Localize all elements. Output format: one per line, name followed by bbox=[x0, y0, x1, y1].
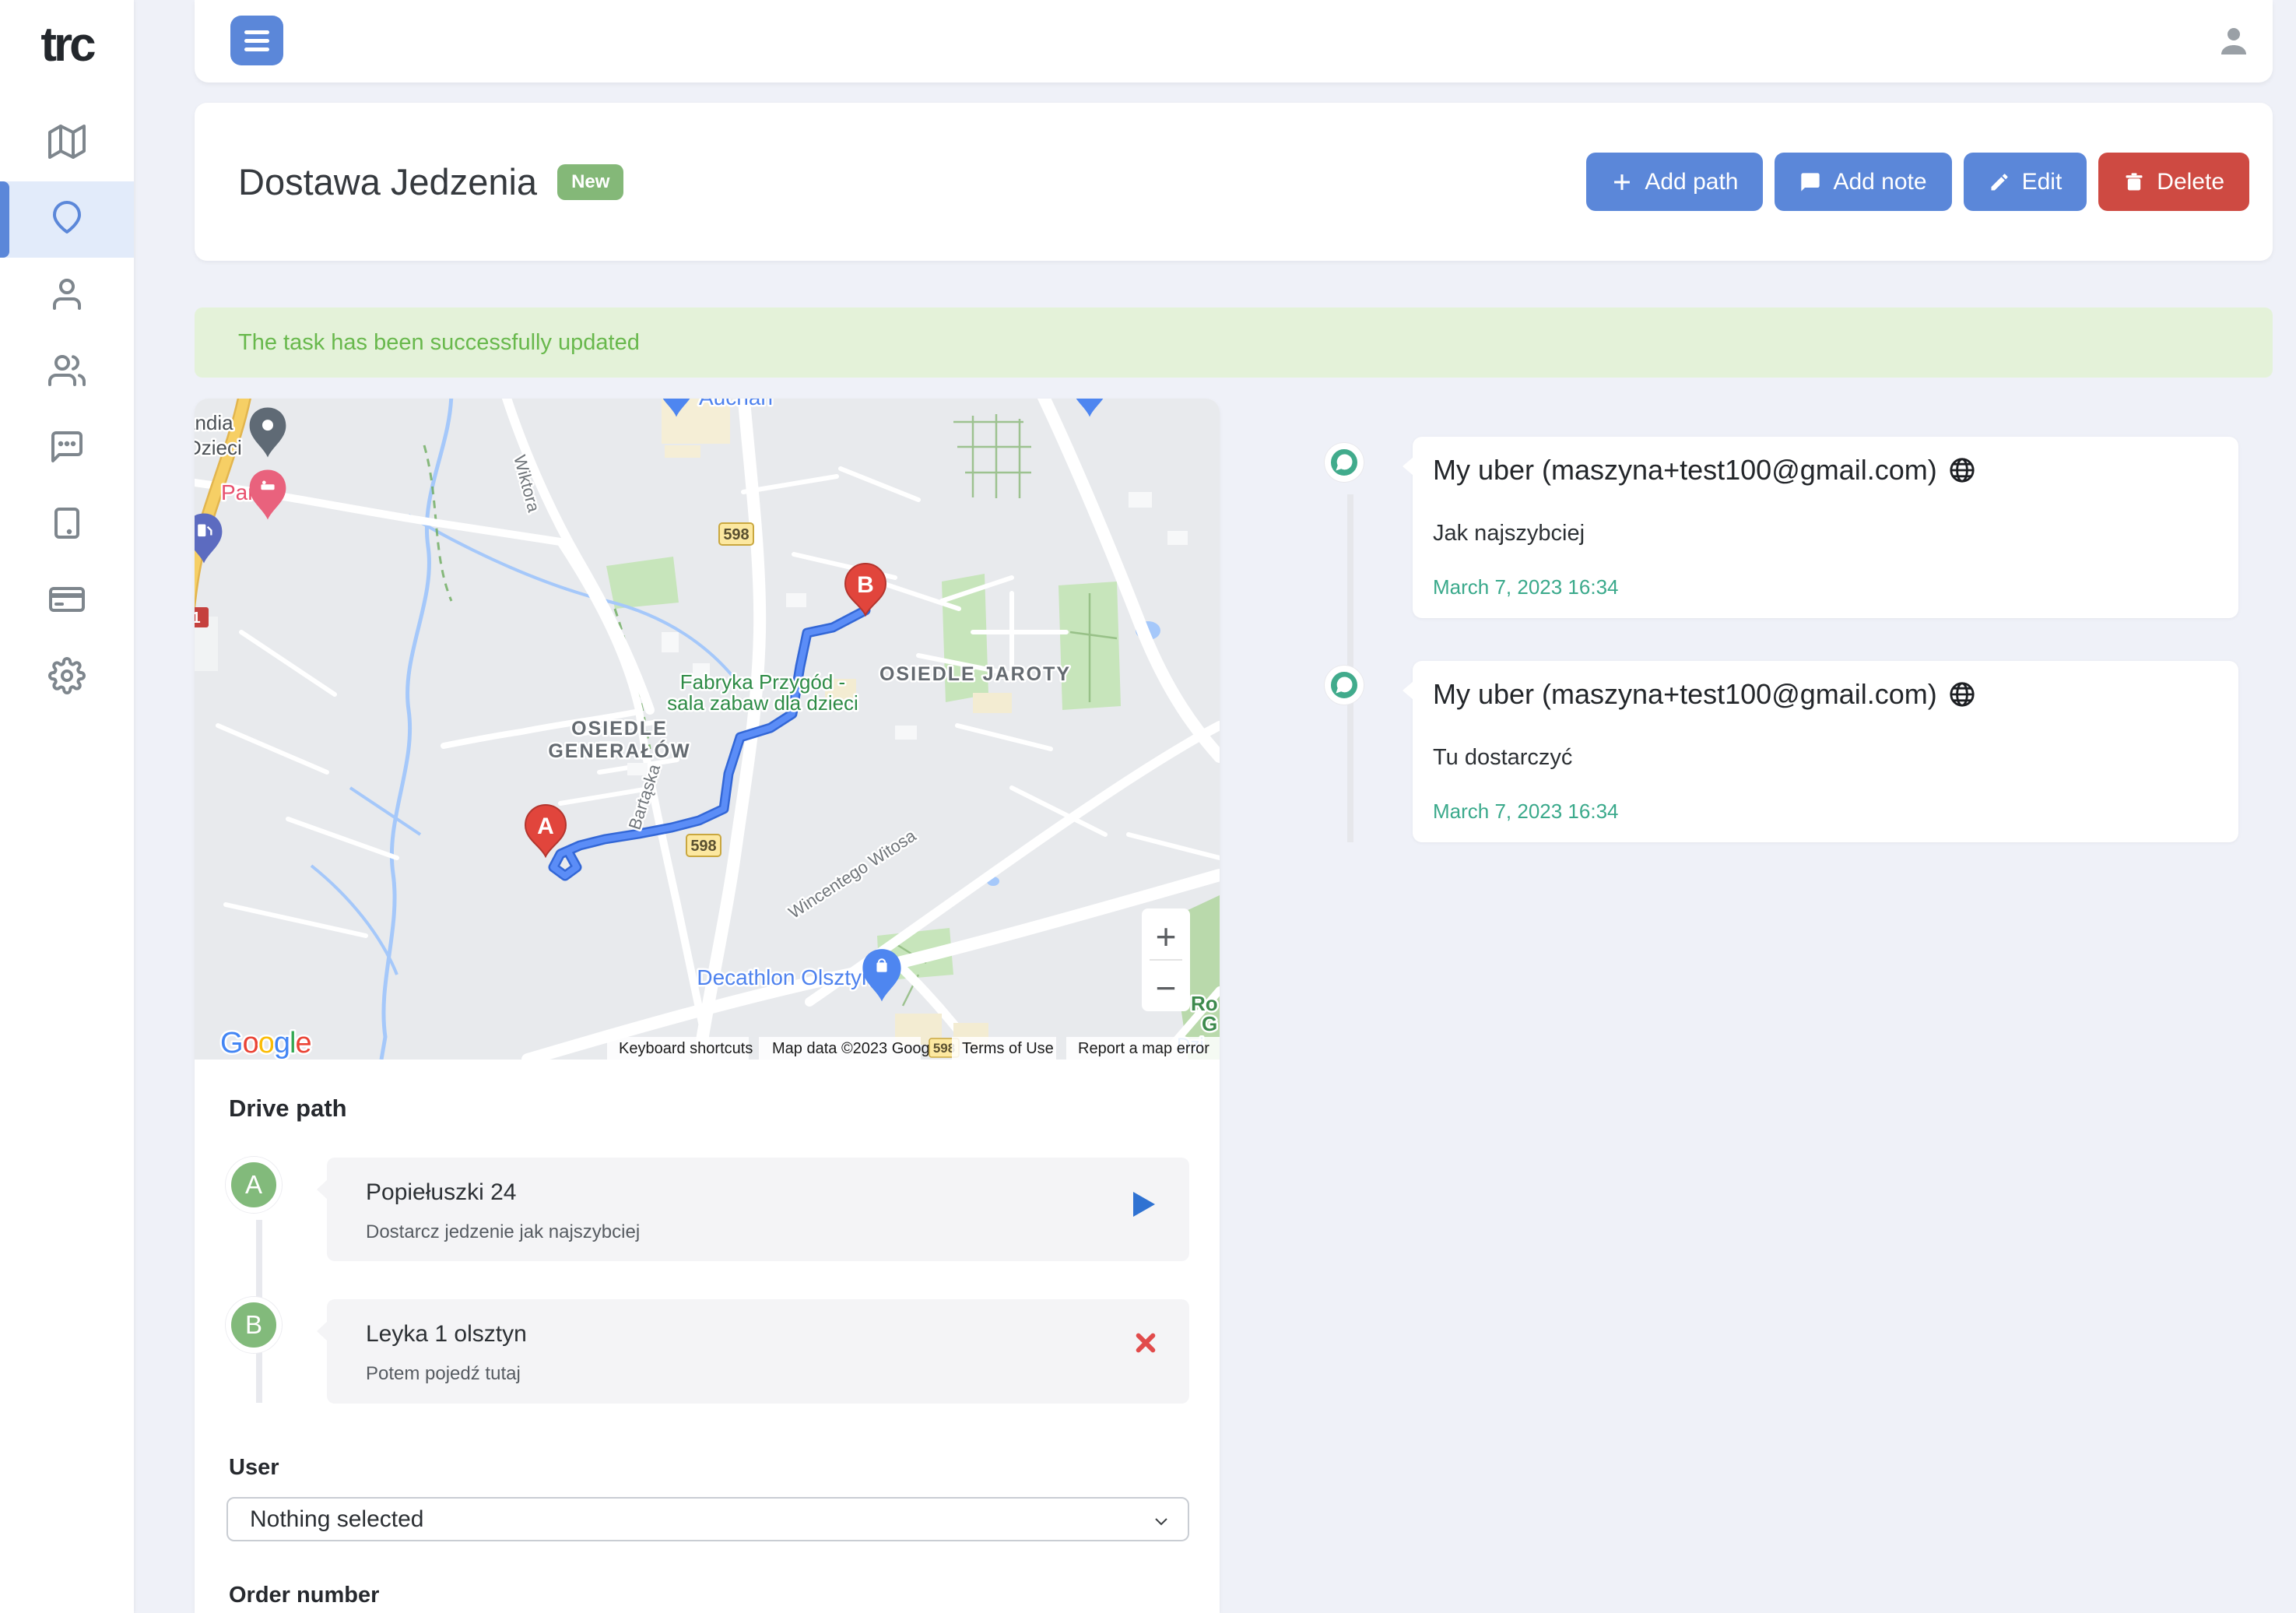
stop-marker-a: A bbox=[226, 1157, 282, 1213]
delete-button[interactable]: Delete bbox=[2098, 153, 2249, 211]
map-zoom-control: + − bbox=[1142, 908, 1190, 1011]
note-body: Tu dostarczyć bbox=[1433, 745, 1572, 771]
note-author: My uber (maszyna+test100@gmail.com) bbox=[1433, 678, 1975, 711]
map-data-label: Map data ©2023 Google bbox=[772, 1040, 942, 1057]
google-logo[interactable]: Google bbox=[220, 1027, 311, 1060]
chat-bubble-icon bbox=[1333, 452, 1355, 473]
sidebar-item-user[interactable] bbox=[0, 258, 134, 334]
note-date: March 7, 2023 16:34 bbox=[1433, 575, 1619, 599]
map-attribution: Keyboard shortcuts Map data ©2023 Google… bbox=[607, 1037, 1220, 1060]
stop-title: Popiełuszki 24 bbox=[366, 1179, 516, 1206]
svg-text:G: G bbox=[1202, 1012, 1217, 1035]
topbar bbox=[195, 0, 2273, 83]
map-label-fabryka: Fabryka Przygód - bbox=[680, 670, 845, 694]
map-label-osiedle-jaroty: OSIEDLE JAROTY bbox=[879, 663, 1071, 685]
header-actions: Add path Add note Edit Delete bbox=[1586, 153, 2249, 211]
svg-text:A: A bbox=[537, 814, 554, 839]
status-badge: New bbox=[557, 164, 623, 200]
user-select[interactable]: Nothing selected bbox=[226, 1497, 1189, 1541]
svg-text:GENERAŁÓW: GENERAŁÓW bbox=[548, 739, 690, 762]
close-icon bbox=[1133, 1330, 1158, 1355]
trash-icon bbox=[2123, 171, 2145, 193]
map-label-auchan: Auchan bbox=[699, 399, 773, 409]
user-select-value: Nothing selected bbox=[250, 1506, 423, 1533]
zoom-out-button[interactable]: − bbox=[1156, 968, 1177, 1008]
success-alert: The task has been successfully updated bbox=[195, 307, 2273, 378]
note-body: Jak najszybciej bbox=[1433, 521, 1585, 546]
sidebar-item-devices[interactable] bbox=[0, 487, 134, 563]
users-group-icon bbox=[48, 352, 86, 393]
pencil-icon bbox=[1989, 171, 2010, 193]
task-detail-card: andia Dzieci Park Wiktora Auchan Fabryka… bbox=[195, 399, 1220, 1613]
svg-text:sala zabaw dla dzieci: sala zabaw dla dzieci bbox=[667, 691, 858, 715]
plus-icon bbox=[1611, 171, 1633, 193]
note-marker-icon bbox=[1325, 443, 1364, 482]
keyboard-shortcuts-link[interactable]: Keyboard shortcuts bbox=[619, 1040, 753, 1057]
globe-icon bbox=[1949, 457, 1975, 483]
svg-text:1: 1 bbox=[195, 610, 201, 627]
svg-text:Dzieci: Dzieci bbox=[195, 436, 242, 459]
sidebar-item-map[interactable] bbox=[0, 105, 134, 181]
add-path-button[interactable]: Add path bbox=[1586, 153, 1763, 211]
drive-path-stop-b: Leyka 1 olsztyn Potem pojedź tutaj bbox=[327, 1299, 1189, 1404]
chevron-down-icon bbox=[1152, 1512, 1171, 1530]
sidebar-item-tasks[interactable] bbox=[0, 181, 134, 258]
note-card: My uber (maszyna+test100@gmail.com) Tu d… bbox=[1413, 661, 2238, 842]
sidebar-item-chat[interactable] bbox=[0, 410, 134, 487]
success-alert-text: The task has been successfully updated bbox=[238, 330, 640, 356]
map-label-place-cut: andia bbox=[195, 411, 233, 434]
location-pin-icon bbox=[48, 199, 86, 241]
report-map-error-link[interactable]: Report a map error bbox=[1078, 1040, 1209, 1057]
note-marker-icon bbox=[1325, 666, 1364, 705]
hamburger-menu-icon bbox=[244, 30, 269, 34]
stop-subtitle: Potem pojedź tutaj bbox=[366, 1363, 521, 1385]
edit-button[interactable]: Edit bbox=[1964, 153, 2087, 211]
stop-subtitle: Dostarcz jedzenie jak najszybciej bbox=[366, 1221, 640, 1243]
svg-text:B: B bbox=[857, 572, 874, 598]
map-label-osiedle-generalow: OSIEDLE bbox=[571, 718, 668, 740]
google-map[interactable]: andia Dzieci Park Wiktora Auchan Fabryka… bbox=[195, 399, 1220, 1060]
app-logo: trc bbox=[0, 17, 134, 72]
sidebar: trc bbox=[0, 0, 134, 1613]
sidebar-item-settings[interactable] bbox=[0, 639, 134, 715]
chat-icon bbox=[1799, 171, 1821, 193]
remove-stop-button[interactable] bbox=[1133, 1330, 1164, 1362]
map-background bbox=[195, 399, 1220, 1060]
svg-text:598: 598 bbox=[723, 526, 749, 543]
drive-path-stop-a: Popiełuszki 24 Dostarcz jedzenie jak naj… bbox=[327, 1158, 1189, 1261]
map-label-decathlon: Decathlon Olsztyn bbox=[697, 965, 873, 989]
settings-gear-icon bbox=[48, 657, 86, 698]
add-note-button[interactable]: Add note bbox=[1775, 153, 1951, 211]
stop-marker-b: B bbox=[226, 1297, 282, 1353]
stop-title: Leyka 1 olsztyn bbox=[366, 1321, 527, 1348]
sidebar-nav bbox=[0, 105, 134, 715]
task-header-card: Dostawa Jedzenia New Add path Add note E… bbox=[195, 103, 2273, 261]
globe-icon bbox=[1949, 681, 1975, 708]
credit-card-icon bbox=[48, 581, 86, 622]
hamburger-menu-button[interactable] bbox=[230, 16, 283, 65]
user-avatar-icon[interactable] bbox=[2215, 22, 2252, 59]
sidebar-item-billing[interactable] bbox=[0, 563, 134, 639]
chat-bubble-icon bbox=[48, 428, 86, 469]
route-shield-1: 1 bbox=[195, 607, 209, 627]
user-label: User bbox=[229, 1455, 279, 1481]
play-icon bbox=[1133, 1192, 1155, 1217]
chat-bubble-icon bbox=[1333, 674, 1355, 696]
page-title: Dostawa Jedzenia bbox=[238, 160, 537, 203]
sidebar-item-users[interactable] bbox=[0, 334, 134, 410]
note-author: My uber (maszyna+test100@gmail.com) bbox=[1433, 454, 1975, 487]
drive-path-title: Drive path bbox=[229, 1095, 347, 1123]
order-number-label: Order number bbox=[229, 1583, 379, 1608]
svg-text:598: 598 bbox=[933, 1041, 955, 1056]
mobile-device-icon bbox=[48, 504, 86, 546]
terms-of-use-link[interactable]: Terms of Use bbox=[962, 1040, 1054, 1057]
zoom-in-button[interactable]: + bbox=[1156, 916, 1177, 957]
user-icon bbox=[48, 276, 86, 317]
play-path-button[interactable] bbox=[1133, 1189, 1164, 1220]
svg-text:598: 598 bbox=[690, 838, 716, 855]
note-date: March 7, 2023 16:34 bbox=[1433, 799, 1619, 824]
note-card: My uber (maszyna+test100@gmail.com) Jak … bbox=[1413, 437, 2238, 618]
map-icon bbox=[48, 123, 86, 164]
